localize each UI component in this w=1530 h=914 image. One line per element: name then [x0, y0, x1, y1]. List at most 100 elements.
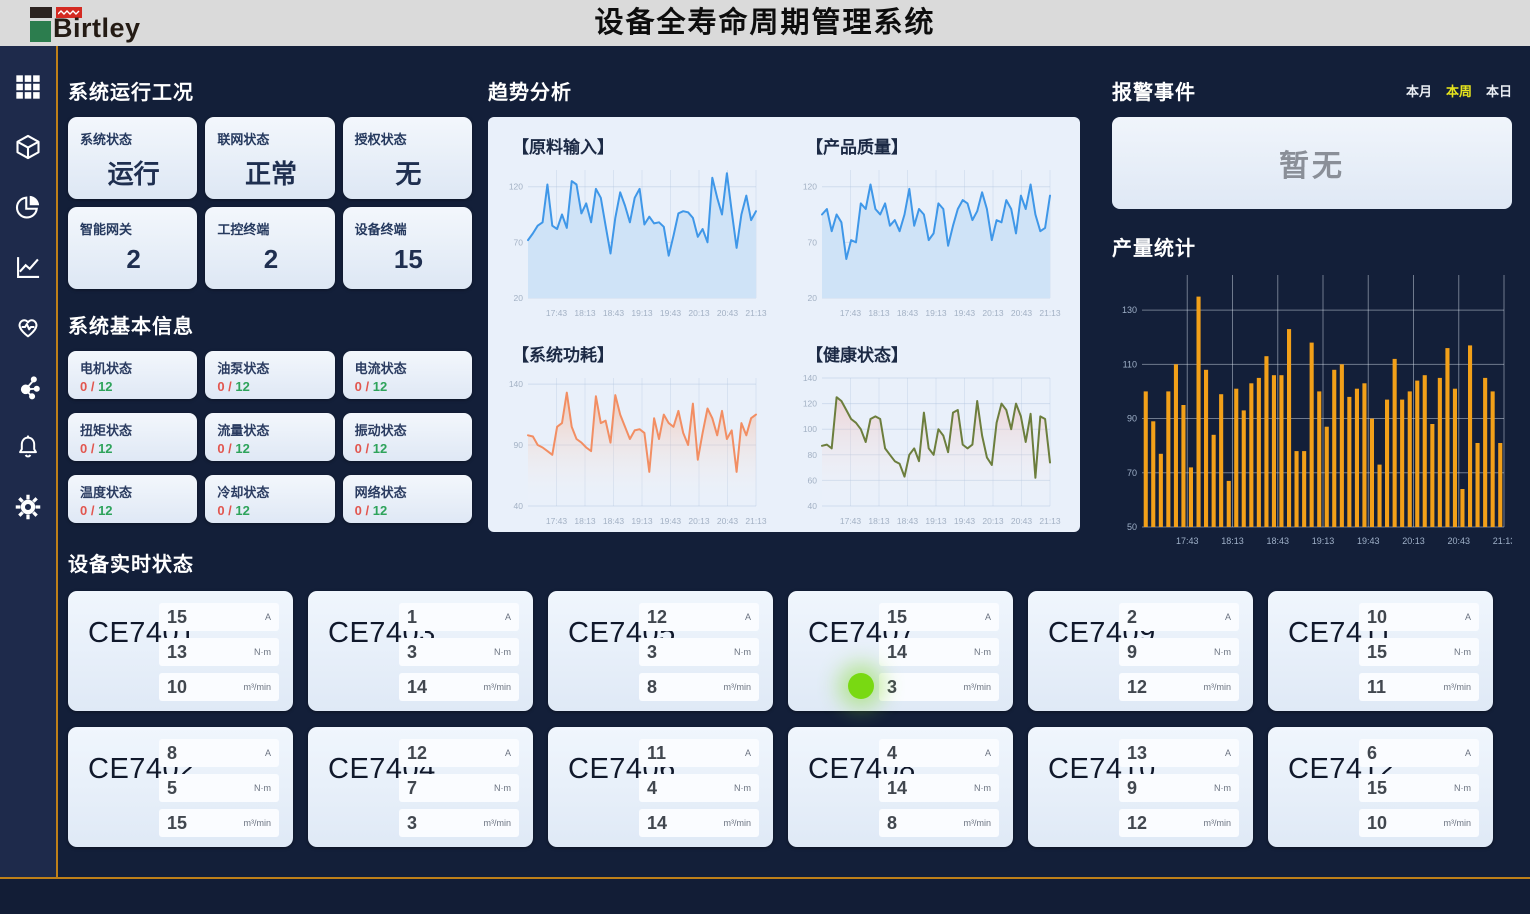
- trend-chart-title: 【健康状态】: [806, 341, 1078, 366]
- svg-text:20: 20: [514, 293, 524, 303]
- status-card-value: 15: [355, 244, 462, 275]
- status-card-label: 设备终端: [355, 219, 462, 238]
- device-metric-row: 8A: [159, 739, 279, 767]
- device-metric-row: 10m³/min: [159, 673, 279, 701]
- info-card-label: 温度状态: [80, 482, 187, 501]
- info-card-counts: 0 / 12: [355, 441, 462, 456]
- info-card-label: 电机状态: [80, 358, 187, 377]
- svg-text:17:43: 17:43: [840, 308, 862, 318]
- device-metrics: 12A3N·m8m³/min: [639, 603, 759, 701]
- device-card-CE7409[interactable]: CE74092A9N·m12m³/min: [1028, 591, 1253, 711]
- info-card-motor: 电机状态 0 / 12: [68, 351, 197, 399]
- device-metric-row: 14 m³/min: [399, 673, 519, 701]
- device-card-CE7402[interactable]: CE74028A5N·m15m³/min: [68, 727, 293, 847]
- device-metric-value: 15: [167, 607, 187, 628]
- svg-text:18:13: 18:13: [574, 308, 596, 318]
- device-metric-row: 3N·m: [399, 638, 519, 666]
- sidebar-item-apps[interactable]: [11, 70, 45, 104]
- status-card-value: 正常: [217, 154, 324, 191]
- device-metric-value: 13: [167, 642, 187, 663]
- sidebar-item-pie[interactable]: [11, 190, 45, 224]
- device-metric-row: 14N·m: [879, 638, 999, 666]
- device-metric-unit: A: [745, 748, 751, 758]
- sidebar-item-model[interactable]: [11, 130, 45, 164]
- chart-power: 409014017:4318:1318:4319:1319:4320:1320:…: [496, 368, 768, 532]
- device-card-CE7403[interactable]: CE74031A3N·m14m³/min: [308, 591, 533, 711]
- device-card-CE7407[interactable]: CE740715A14N·m3m³/min: [788, 591, 1013, 711]
- device-metric-row: 15A: [879, 603, 999, 631]
- device-metric-unit: m³/min: [1444, 682, 1472, 692]
- info-card-counts: 0 / 12: [80, 441, 187, 456]
- device-metrics: 11A4N·m14m³/min: [639, 739, 759, 837]
- sidebar-item-network[interactable]: [11, 370, 45, 404]
- svg-text:17:43: 17:43: [546, 516, 568, 526]
- device-metric-value: 14: [407, 677, 427, 698]
- device-metric-value: 14: [647, 813, 667, 834]
- brand-logo: Birtley: [28, 5, 208, 43]
- svg-text:20:43: 20:43: [1011, 516, 1033, 526]
- svg-text:20:43: 20:43: [717, 308, 739, 318]
- device-card-CE7408[interactable]: CE74084A14N·m8m³/min: [788, 727, 1013, 847]
- device-metric-row: 9N·m: [1119, 638, 1239, 666]
- info-card-total-count: 12: [98, 379, 112, 394]
- bell-icon: [14, 433, 42, 461]
- device-card-CE7405[interactable]: CE740512A3N·m8m³/min: [548, 591, 773, 711]
- logo-text: Birtley: [53, 13, 141, 44]
- status-card-value: 无: [355, 154, 462, 191]
- device-grid: CE740115A13N·m10m³/minCE74031A3N·m14m³/m…: [68, 591, 1518, 847]
- svg-text:120: 120: [509, 182, 523, 192]
- status-card-device-count: 设备终端 15: [343, 207, 472, 289]
- svg-text:18:43: 18:43: [1266, 536, 1289, 546]
- svg-text:21:13: 21:13: [1493, 536, 1512, 546]
- info-card-bad-count: 0 /: [355, 379, 373, 394]
- info-card-counts: 0 / 12: [217, 441, 324, 456]
- sidebar-item-settings[interactable]: [11, 490, 45, 524]
- device-metric-value: 14: [887, 778, 907, 799]
- device-metric-value: 2: [1127, 607, 1137, 628]
- svg-text:20:13: 20:13: [982, 516, 1004, 526]
- device-card-CE7410[interactable]: CE741013A9N·m12m³/min: [1028, 727, 1253, 847]
- info-card-counts: 0 / 12: [217, 379, 324, 394]
- device-metric-value: 12: [1127, 677, 1147, 698]
- alarm-tab-month[interactable]: 本月: [1406, 81, 1432, 100]
- device-metric-value: 12: [1127, 813, 1147, 834]
- alarm-empty-text: 暂无: [1279, 141, 1345, 185]
- device-metric-row: 1A: [399, 603, 519, 631]
- section-production: 产量统计 50709011013017:4318:1318:4319:1319:…: [1112, 232, 1514, 556]
- device-metric-unit: A: [1225, 748, 1231, 758]
- sidebar-item-trend[interactable]: [11, 250, 45, 284]
- svg-text:20: 20: [808, 293, 818, 303]
- info-card-total-count: 12: [98, 441, 112, 456]
- device-metric-unit: N·m: [494, 783, 511, 793]
- alarm-tab-week[interactable]: 本周: [1446, 81, 1472, 100]
- device-card-CE7406[interactable]: CE740611A4N·m14m³/min: [548, 727, 773, 847]
- device-metric-value: 5: [167, 778, 177, 799]
- sidebar-item-health[interactable]: [11, 310, 45, 344]
- production-title: 产量统计: [1112, 232, 1514, 261]
- svg-text:20:13: 20:13: [688, 516, 710, 526]
- info-card-bad-count: 0 /: [80, 379, 98, 394]
- device-metric-value: 3: [647, 642, 657, 663]
- device-metric-unit: N·m: [254, 647, 271, 657]
- alarm-empty-card: 暂无: [1112, 117, 1512, 209]
- device-metric-row: 12A: [399, 739, 519, 767]
- alarm-tabs: 本月本周本日: [1406, 81, 1512, 100]
- status-card-value: 2: [217, 244, 324, 275]
- alarm-tab-day[interactable]: 本日: [1486, 81, 1512, 100]
- device-metric-unit: m³/min: [484, 818, 512, 828]
- device-card-CE7411[interactable]: CE741110A15N·m11m³/min: [1268, 591, 1493, 711]
- page-title: 设备全寿命周期管理系统: [0, 0, 1530, 46]
- trend-chart-product-quality: 【产品质量】207012017:4318:1318:4319:1319:4320…: [784, 121, 1078, 329]
- sidebar-item-alerts[interactable]: [11, 430, 45, 464]
- device-metric-unit: m³/min: [484, 682, 512, 692]
- device-card-CE7412[interactable]: CE74126A15N·m10m³/min: [1268, 727, 1493, 847]
- device-metric-unit: m³/min: [244, 818, 272, 828]
- device-metric-unit: A: [1465, 612, 1471, 622]
- device-card-CE7404[interactable]: CE740412A7N·m3m³/min: [308, 727, 533, 847]
- device-metric-unit: N·m: [1454, 783, 1471, 793]
- device-card-CE7401[interactable]: CE740115A13N·m10m³/min: [68, 591, 293, 711]
- status-card-gateway-count: 智能网关2: [68, 207, 197, 289]
- info-card-bad-count: 0 /: [217, 379, 235, 394]
- device-metric-row: 14m³/min: [639, 809, 759, 837]
- device-metric-unit: m³/min: [724, 682, 752, 692]
